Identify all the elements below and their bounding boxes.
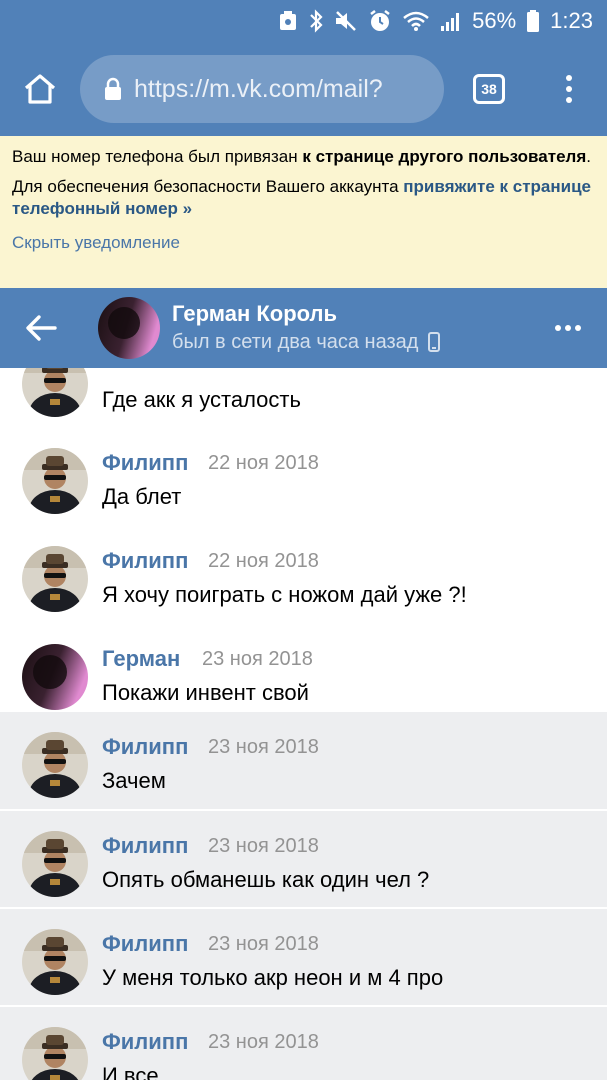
address-bar[interactable]: https://m.vk.com/mail? bbox=[80, 55, 444, 123]
avatar[interactable] bbox=[22, 929, 88, 995]
avatar[interactable] bbox=[22, 368, 88, 417]
url-text: https://m.vk.com/mail? bbox=[134, 74, 383, 103]
bluetooth-icon bbox=[308, 9, 324, 33]
message-text: Где акк я усталость bbox=[102, 387, 301, 412]
browser-menu-button[interactable] bbox=[534, 42, 604, 136]
message-text: У меня только акр неон и м 4 про bbox=[102, 965, 444, 990]
avatar[interactable] bbox=[22, 448, 88, 514]
menu-dot bbox=[566, 75, 572, 81]
battery-percent: 56% bbox=[472, 8, 517, 33]
signal-icon bbox=[440, 9, 462, 33]
hide-notice-link[interactable]: Скрыть уведомление bbox=[12, 232, 180, 254]
chat-name: Герман Король bbox=[172, 301, 338, 326]
message-item[interactable]: Филипп 22 ноя 2018 Да блет bbox=[0, 428, 607, 525]
avatar[interactable] bbox=[22, 732, 88, 798]
more-dot bbox=[565, 325, 571, 331]
clock: 1:23 bbox=[550, 8, 593, 33]
more-dot bbox=[555, 325, 561, 331]
message-text: Да блет bbox=[102, 484, 182, 509]
message-text: Я хочу поиграть с ножом дай уже ?! bbox=[102, 582, 467, 607]
wifi-icon bbox=[402, 9, 430, 33]
message-author[interactable]: Филипп bbox=[102, 833, 188, 859]
notice-line-2: Для обеспечения безопасности Вашего акка… bbox=[12, 177, 591, 218]
battery-icon bbox=[526, 9, 540, 33]
message-item-unread[interactable]: Филипп 23 ноя 2018 Опять обманешь как од… bbox=[0, 811, 607, 908]
more-dot bbox=[575, 325, 581, 331]
message-item[interactable]: Где акк я усталость bbox=[0, 368, 607, 428]
message-text: Опять обманешь как один чел ? bbox=[102, 867, 430, 892]
home-icon bbox=[24, 74, 56, 104]
mute-icon bbox=[334, 9, 358, 33]
lock-icon bbox=[105, 77, 121, 100]
chat-status: был в сети два часа назад bbox=[172, 328, 529, 356]
tabs-button[interactable]: 38 bbox=[444, 42, 534, 136]
message-date: 23 ноя 2018 bbox=[202, 648, 313, 670]
message-date: 22 ноя 2018 bbox=[208, 550, 319, 572]
notice-line-1: Ваш номер телефона был привязан к страни… bbox=[12, 147, 591, 166]
chat-header: Герман Король был в сети два часа назад bbox=[0, 288, 607, 368]
avatar[interactable] bbox=[22, 644, 88, 710]
avatar[interactable] bbox=[22, 1027, 88, 1080]
message-item[interactable]: Филипп 22 ноя 2018 Я хочу поиграть с нож… bbox=[0, 526, 607, 623]
message-date: 23 ноя 2018 bbox=[208, 933, 319, 955]
message-text: И все bbox=[102, 1063, 159, 1080]
back-arrow-icon bbox=[26, 315, 57, 341]
chat-avatar[interactable] bbox=[98, 297, 160, 359]
message-item-unread[interactable]: Филипп 23 ноя 2018 У меня только акр нео… bbox=[0, 909, 607, 1006]
alarm-icon bbox=[368, 9, 392, 33]
message-text: Зачем bbox=[102, 768, 166, 793]
message-author[interactable]: Филипп bbox=[102, 1029, 188, 1055]
mobile-icon bbox=[428, 332, 441, 352]
message-item-unread[interactable]: Филипп 23 ноя 2018 Зачем bbox=[0, 712, 607, 809]
message-author[interactable]: Филипп bbox=[102, 931, 188, 957]
message-date: 23 ноя 2018 bbox=[208, 1031, 319, 1053]
message-author[interactable]: Филипп bbox=[102, 450, 188, 476]
message-date: 22 ноя 2018 bbox=[208, 452, 319, 474]
status-bar: 56% 1:23 bbox=[0, 0, 607, 42]
message-item-unread[interactable]: Филипп 23 ноя 2018 И все bbox=[0, 1007, 607, 1080]
message-date: 23 ноя 2018 bbox=[208, 835, 319, 857]
message-item[interactable]: Герман 23 ноя 2018 Покажи инвент свой bbox=[0, 624, 607, 721]
screenshot-icon bbox=[278, 9, 298, 33]
message-author[interactable]: Герман bbox=[102, 646, 180, 672]
back-button[interactable] bbox=[0, 288, 82, 368]
notice-bold-text: к странице другого пользователя bbox=[302, 147, 587, 166]
phone-notice: Ваш номер телефона был привязан к страни… bbox=[0, 136, 607, 288]
message-author[interactable]: Филипп bbox=[102, 548, 188, 574]
browser-toolbar: https://m.vk.com/mail? 38 bbox=[0, 42, 607, 136]
avatar[interactable] bbox=[22, 546, 88, 612]
chat-more-button[interactable] bbox=[529, 288, 607, 368]
menu-dot bbox=[566, 97, 572, 103]
tab-count: 38 bbox=[473, 74, 505, 104]
message-author[interactable]: Филипп bbox=[102, 734, 188, 760]
menu-dot bbox=[566, 86, 572, 92]
message-list: Где акк я усталость Филипп 22 ноя 2018 Д… bbox=[0, 368, 607, 1080]
message-date: 23 ноя 2018 bbox=[208, 736, 319, 758]
avatar[interactable] bbox=[22, 831, 88, 897]
home-button[interactable] bbox=[0, 42, 80, 136]
message-text: Покажи инвент свой bbox=[102, 680, 309, 705]
